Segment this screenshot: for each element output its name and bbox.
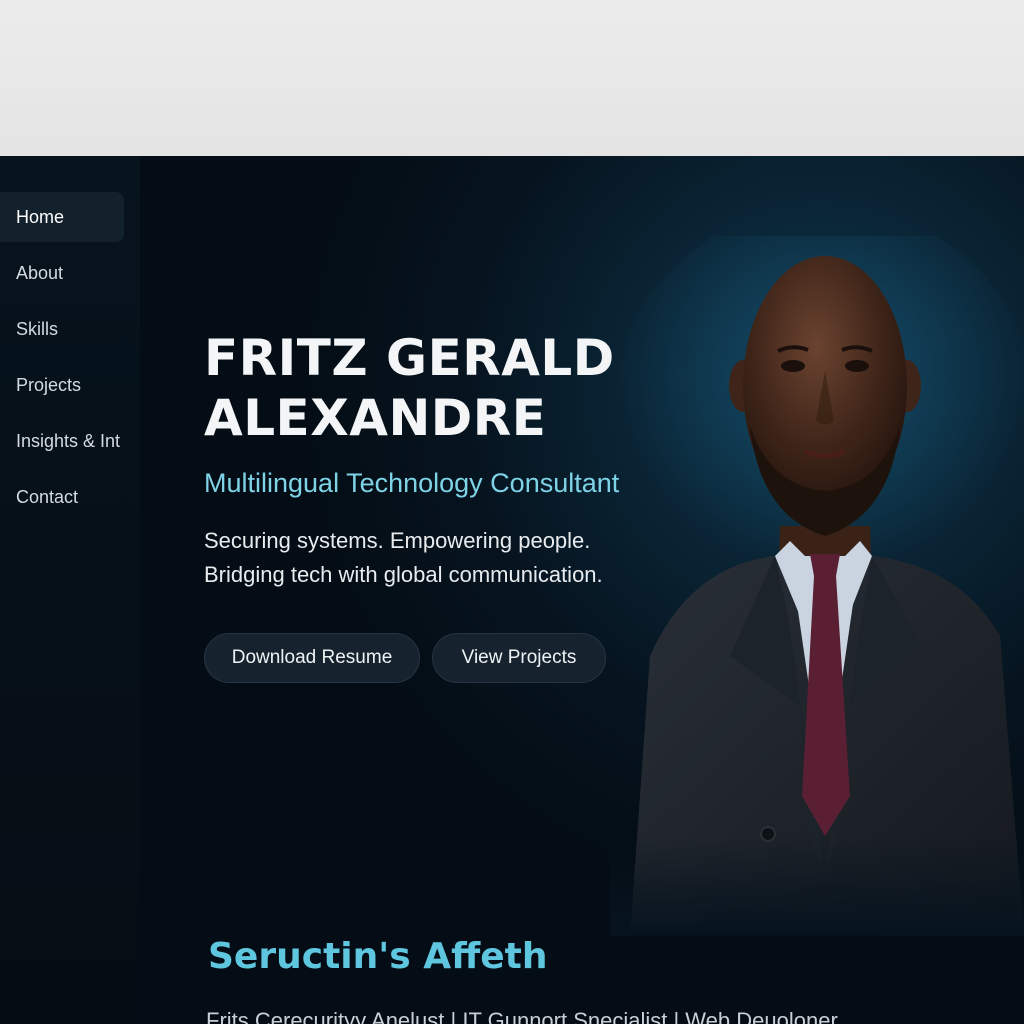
sidebar-item-home[interactable]: Home	[0, 192, 124, 242]
download-resume-button[interactable]: Download Resume	[204, 633, 420, 683]
section-title: Seructin's Affeth	[208, 936, 548, 977]
portfolio-page: Home About Skills Projects Insights & In…	[0, 156, 1024, 1024]
hero-tagline-line1: Securing systems. Empowering people.	[204, 528, 591, 553]
sidebar-item-insights[interactable]: Insights & Int	[0, 416, 124, 466]
hero-name-line2: ALEXANDRE	[204, 389, 547, 447]
hero-tagline-line2: Bridging tech with global communication.	[204, 562, 603, 587]
top-blank-area	[0, 0, 1024, 156]
hero-title: Multilingual Technology Consultant	[204, 468, 620, 498]
hero-name-line1: FRITZ GERALD	[204, 329, 615, 387]
profile-photo	[610, 236, 1024, 936]
hero-tagline: Securing systems. Empowering people. Bri…	[204, 524, 603, 592]
sidebar-nav: Home About Skills Projects Insights & In…	[0, 156, 140, 1024]
sidebar-item-contact[interactable]: Contact	[0, 472, 124, 522]
sidebar-item-projects[interactable]: Projects	[0, 360, 124, 410]
sidebar-item-about[interactable]: About	[0, 248, 124, 298]
roles-line: Frits Cerecurityy Anelust | IT Gunnort S…	[206, 1008, 838, 1024]
sidebar-item-skills[interactable]: Skills	[0, 304, 124, 354]
hero-name: FRITZ GERALD ALEXANDRE	[204, 328, 615, 448]
view-projects-button[interactable]: View Projects	[432, 633, 606, 683]
